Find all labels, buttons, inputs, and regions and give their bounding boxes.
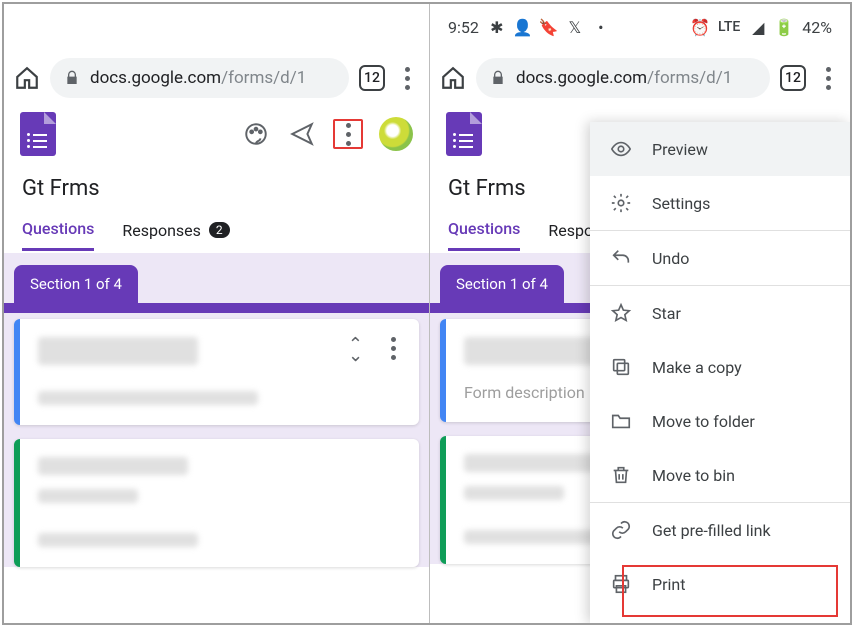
trash-icon (610, 464, 632, 486)
section-bar (4, 303, 429, 313)
twitter-icon: 𝕏 (567, 19, 583, 35)
left-pane: docs.google.com/forms/d/1 12 Gt Frms Que… (4, 4, 429, 623)
section-chip: Section 1 of 4 (440, 265, 564, 303)
title-card[interactable]: ⌃⌃ (14, 319, 419, 425)
slack-icon: ✱ (489, 19, 505, 35)
home-icon[interactable] (14, 65, 40, 91)
status-time: 9:52 (448, 18, 479, 37)
battery-icon: 🔋 (776, 19, 792, 35)
avatar[interactable] (379, 117, 413, 151)
tabs: Questions Responses 2 (4, 201, 429, 251)
tab-responses[interactable]: Responses 2 (122, 219, 229, 251)
theme-palette-icon[interactable] (241, 119, 271, 149)
blurred-title (38, 337, 198, 365)
star-icon (610, 302, 632, 324)
menu-label: Print (652, 575, 685, 594)
blurred-q-line1 (38, 489, 138, 503)
undo-icon (610, 247, 632, 269)
menu-label: Star (652, 304, 681, 323)
signal-icon: ◢ (750, 19, 766, 35)
menu-label: Preview (652, 140, 708, 159)
menu-move-folder[interactable]: Move to folder (590, 394, 850, 448)
tab-questions[interactable]: Questions (22, 219, 94, 251)
menu-label: Get pre-filled link (652, 521, 771, 540)
url-bar[interactable]: docs.google.com/forms/d/1 (476, 58, 770, 98)
folder-icon (610, 410, 632, 432)
menu-make-copy[interactable]: Make a copy (590, 340, 850, 394)
print-icon (610, 573, 632, 595)
link-icon (610, 519, 632, 541)
collapse-icon[interactable]: ⌃⌃ (348, 341, 363, 357)
tab-responses-partial[interactable]: Respo (548, 219, 593, 251)
url-bar[interactable]: docs.google.com/forms/d/1 (50, 58, 349, 98)
copy-icon (610, 356, 632, 378)
browser-toolbar-right: docs.google.com/forms/d/1 12 (430, 50, 850, 106)
browser-overflow-icon[interactable] (816, 67, 840, 90)
card-actions: ⌃⌃ (348, 337, 405, 360)
menu-preview[interactable]: Preview (590, 122, 850, 176)
url-path: /forms/d/1 (221, 68, 306, 88)
section-area: Section 1 of 4 ⌃⌃ (4, 253, 429, 567)
menu-undo[interactable]: Undo (590, 231, 850, 285)
menu-move-bin[interactable]: Move to bin (590, 448, 850, 502)
home-icon[interactable] (440, 65, 466, 91)
section-chip: Section 1 of 4 (14, 265, 138, 303)
browser-toolbar: docs.google.com/forms/d/1 12 (4, 50, 429, 106)
status-bar: 9:52 ✱ 👤 🔖 𝕏 • ⏰ LTE ◢ 🔋 42% (430, 4, 850, 50)
menu-label: Move to folder (652, 412, 755, 431)
tab-questions[interactable]: Questions (448, 219, 520, 251)
menu-label: Undo (652, 249, 689, 268)
blurred-q-line1 (464, 486, 564, 500)
responses-count-badge: 2 (209, 222, 230, 238)
menu-label: Make a copy (652, 358, 742, 377)
right-pane: 9:52 ✱ 👤 🔖 𝕏 • ⏰ LTE ◢ 🔋 42% docs.google… (429, 4, 850, 623)
dot-icon: • (593, 19, 609, 35)
send-icon[interactable] (287, 119, 317, 149)
question-card[interactable] (14, 439, 419, 567)
document-title[interactable]: Gt Frms (4, 162, 429, 201)
menu-star[interactable]: Star (590, 286, 850, 340)
overflow-menu: Preview Settings Undo Star Make a copy (590, 122, 850, 623)
menu-settings[interactable]: Settings (590, 176, 850, 230)
google-forms-icon[interactable] (20, 112, 56, 156)
menu-label: Settings (652, 194, 710, 213)
forms-header (4, 106, 429, 162)
blurred-q-title (38, 457, 188, 475)
alarm-icon: ⏰ (692, 19, 708, 35)
blurred-desc (38, 391, 258, 405)
tab-responses-label: Responses (122, 221, 201, 240)
blurred-q-line2 (38, 533, 198, 547)
lock-icon (490, 70, 506, 86)
eye-icon (610, 138, 632, 160)
lock-icon (64, 70, 80, 86)
screenshot-frame: docs.google.com/forms/d/1 12 Gt Frms Que… (2, 2, 852, 625)
gear-icon (610, 192, 632, 214)
google-forms-icon[interactable] (446, 112, 482, 156)
url-host: docs.google.com (516, 68, 647, 88)
menu-label: Move to bin (652, 466, 735, 485)
browser-overflow-icon[interactable] (395, 67, 419, 90)
card-overflow-icon[interactable] (381, 337, 405, 360)
url-path: /forms/d/1 (647, 68, 732, 88)
battery-percent: 42% (802, 18, 832, 37)
lte-indicator: LTE (718, 19, 740, 35)
url-host: docs.google.com (90, 68, 221, 88)
tab-count[interactable]: 12 (359, 65, 385, 91)
tab-count[interactable]: 12 (780, 65, 806, 91)
menu-print[interactable]: Print (590, 557, 850, 611)
menu-prefilled-link[interactable]: Get pre-filled link (590, 503, 850, 557)
forms-overflow-icon[interactable] (333, 119, 363, 149)
contact-icon: 👤 (515, 19, 531, 35)
bookmark-icon: 🔖 (541, 19, 557, 35)
